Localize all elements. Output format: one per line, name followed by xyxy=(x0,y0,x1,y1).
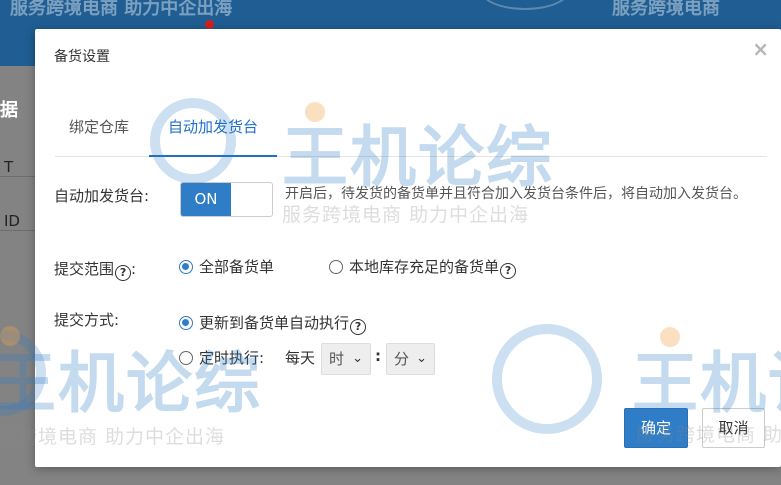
chevron-down-icon: ⌄ xyxy=(416,351,427,366)
header-decoration xyxy=(480,0,570,10)
scope-label: 提交范围?: xyxy=(54,258,136,281)
radio-unselected-icon xyxy=(329,260,343,274)
radio-unselected-icon xyxy=(179,351,193,365)
help-icon[interactable]: ? xyxy=(115,265,132,281)
scope-radio-local-stock[interactable]: 本地库存充足的备货单? xyxy=(329,256,517,279)
method-radio-auto[interactable]: 更新到备货单自动执行? xyxy=(179,312,367,335)
minute-select-value: 分 xyxy=(394,350,410,368)
toggle-on-label: ON xyxy=(181,183,231,216)
bg-table-cell: ID xyxy=(0,212,35,231)
tab-auto-add-shipping[interactable]: 自动加发货台 xyxy=(149,117,277,157)
header-banner-text-right: 服务跨境电商 xyxy=(612,0,720,19)
method-label: 提交方式: xyxy=(54,311,120,329)
hour-select[interactable]: 时 ⌄ xyxy=(321,343,371,375)
scope-label-text: 提交范围 xyxy=(54,260,115,278)
stock-settings-dialog: 备货设置 × 绑定仓库 自动加发货台 自动加发货台: ON 开启后，待发货的备货… xyxy=(35,29,781,467)
scope-option-all-label: 全部备货单 xyxy=(199,258,275,276)
confirm-button[interactable]: 确定 xyxy=(624,408,688,448)
dialog-title: 备货设置 xyxy=(54,49,110,65)
method-radio-scheduled[interactable]: 定时执行: xyxy=(179,347,264,368)
radio-selected-icon xyxy=(179,260,193,274)
auto-add-label: 自动加发货台: xyxy=(54,187,150,205)
tab-bar: 绑定仓库 自动加发货台 xyxy=(55,117,767,157)
help-icon[interactable]: ? xyxy=(500,263,517,279)
method-option-scheduled-label: 定时执行: xyxy=(199,349,265,367)
method-option-auto-label: 更新到备货单自动执行 xyxy=(199,314,350,332)
radio-selected-icon xyxy=(179,316,193,330)
bg-page-title: 据 xyxy=(0,100,18,121)
daily-label: 每天 xyxy=(285,349,316,367)
time-separator: : xyxy=(375,347,381,365)
minute-select[interactable]: 分 ⌄ xyxy=(386,343,435,375)
scope-radio-all[interactable]: 全部备货单 xyxy=(179,256,274,277)
scope-label-colon: : xyxy=(131,260,137,278)
scope-option-local-label: 本地库存充足的备货单 xyxy=(349,258,500,276)
auto-add-toggle[interactable]: ON xyxy=(180,182,273,217)
hour-select-value: 时 xyxy=(329,350,345,368)
help-icon[interactable]: ? xyxy=(350,319,367,335)
chevron-down-icon: ⌄ xyxy=(352,351,363,366)
bg-table-cell: T xyxy=(0,158,35,177)
notification-dot xyxy=(205,20,214,29)
cancel-button[interactable]: 取消 xyxy=(702,408,765,448)
header-banner-text: 服务跨境电商 助力中企出海 xyxy=(10,0,233,19)
tab-bind-warehouse[interactable]: 绑定仓库 xyxy=(69,117,129,157)
auto-add-description: 开启后，待发货的备货单并且符合加入发货台条件后，将自动加入发货台。 xyxy=(285,186,747,202)
close-icon[interactable]: × xyxy=(752,39,769,59)
